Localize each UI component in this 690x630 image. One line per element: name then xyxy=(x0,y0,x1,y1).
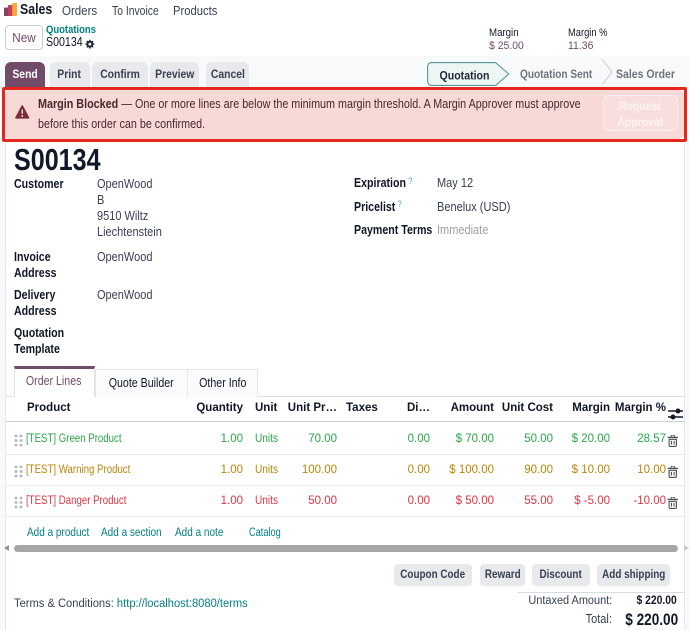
svg-text:Quotation: Quotation xyxy=(440,68,490,82)
